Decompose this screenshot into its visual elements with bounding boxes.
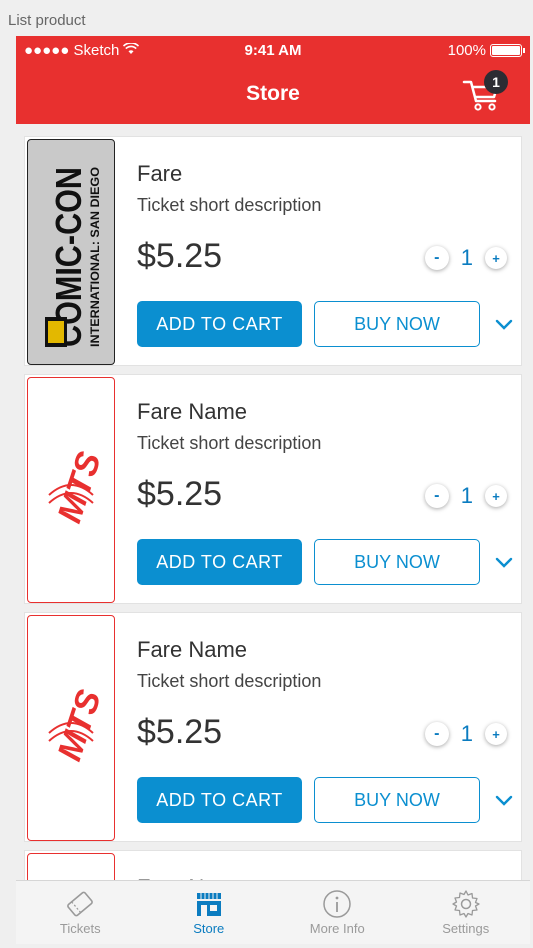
cart-button[interactable]: 1 bbox=[462, 70, 508, 112]
frame-label: List product bbox=[8, 12, 86, 29]
increase-quantity-button[interactable]: + bbox=[485, 247, 507, 269]
product-card: MTS Fare Name Ticket short description $… bbox=[24, 612, 522, 842]
quantity-stepper: - 1 + bbox=[424, 483, 507, 509]
fare-description: Ticket short description bbox=[137, 433, 322, 453]
svg-text:INTERNATIONAL: SAN DIEGO: INTERNATIONAL: SAN DIEGO bbox=[88, 167, 102, 347]
comic-con-logo: COMIC-CON INTERNATIONAL: SAN DIEGO bbox=[45, 167, 102, 347]
chevron-down-icon[interactable] bbox=[492, 312, 516, 336]
tab-bar: Tickets Store More Info Settings bbox=[16, 880, 530, 944]
nav-bar: Store 1 bbox=[16, 64, 530, 124]
tab-label: More Info bbox=[309, 921, 365, 936]
wifi-icon bbox=[123, 41, 140, 59]
chevron-down-icon[interactable] bbox=[492, 788, 516, 812]
fare-name: Fare Name bbox=[137, 637, 248, 662]
buy-now-button[interactable]: BUY NOW bbox=[314, 539, 480, 585]
fare-price: $5.25 bbox=[137, 713, 223, 751]
add-to-cart-button[interactable]: ADD TO CART bbox=[137, 539, 302, 585]
buy-now-button[interactable]: BUY NOW bbox=[314, 777, 480, 823]
fare-description: Ticket short description bbox=[137, 195, 322, 215]
battery-icon bbox=[490, 43, 525, 57]
decrease-quantity-button[interactable]: - bbox=[424, 484, 449, 508]
info-icon bbox=[322, 887, 352, 921]
mts-logo: MTS bbox=[48, 685, 101, 765]
mts-logo: MTS bbox=[48, 447, 101, 527]
tab-label: Tickets bbox=[59, 921, 101, 936]
gear-icon bbox=[451, 887, 481, 921]
decrease-quantity-button[interactable]: - bbox=[424, 246, 449, 270]
increase-quantity-button[interactable]: + bbox=[485, 723, 507, 745]
status-bar: ●●●●● Sketch 9:41 AM 100% bbox=[16, 36, 530, 64]
page-title: Store bbox=[246, 82, 300, 105]
fare-description: Ticket short description bbox=[137, 671, 322, 691]
add-to-cart-button[interactable]: ADD TO CART bbox=[137, 777, 302, 823]
product-card: COMIC-CON INTERNATIONAL: SAN DIEGO Fare … bbox=[24, 136, 522, 366]
product-thumbnail: MTS bbox=[27, 615, 115, 841]
battery-percent: 100% bbox=[447, 41, 486, 59]
store-icon bbox=[194, 887, 224, 921]
quantity-value: 1 bbox=[460, 245, 473, 270]
tab-label: Store bbox=[193, 921, 225, 936]
cart-icon bbox=[462, 80, 502, 116]
chevron-down-icon[interactable] bbox=[492, 550, 516, 574]
tab-tickets[interactable]: Tickets bbox=[16, 881, 145, 944]
product-card: MTS Fare Name Ticket short description $… bbox=[24, 374, 522, 604]
phone-screen: ●●●●● Sketch 9:41 AM 100% Store 1 COMIC-… bbox=[16, 36, 530, 944]
fare-price: $5.25 bbox=[137, 237, 223, 275]
add-to-cart-button[interactable]: ADD TO CART bbox=[137, 301, 302, 347]
product-thumbnail: MTS bbox=[27, 377, 115, 603]
tab-label: Settings bbox=[442, 921, 490, 936]
cart-count-badge: 1 bbox=[484, 70, 508, 94]
increase-quantity-button[interactable]: + bbox=[485, 485, 507, 507]
quantity-stepper: - 1 + bbox=[424, 245, 507, 271]
carrier-label: ●●●●● Sketch bbox=[24, 41, 120, 59]
fare-price: $5.25 bbox=[137, 475, 223, 513]
ticket-icon bbox=[63, 887, 97, 921]
product-thumbnail: COMIC-CON INTERNATIONAL: SAN DIEGO bbox=[27, 139, 115, 365]
quantity-value: 1 bbox=[460, 721, 473, 746]
buy-now-button[interactable]: BUY NOW bbox=[314, 301, 480, 347]
fare-name: Fare bbox=[137, 161, 183, 186]
fare-name: Fare Name bbox=[137, 399, 248, 424]
tab-settings[interactable]: Settings bbox=[402, 881, 531, 944]
quantity-value: 1 bbox=[460, 483, 473, 508]
tab-more-info[interactable]: More Info bbox=[273, 881, 402, 944]
product-list[interactable]: COMIC-CON INTERNATIONAL: SAN DIEGO Fare … bbox=[24, 136, 522, 938]
tab-store[interactable]: Store bbox=[145, 881, 274, 944]
quantity-stepper: - 1 + bbox=[424, 721, 507, 747]
decrease-quantity-button[interactable]: - bbox=[424, 722, 449, 746]
